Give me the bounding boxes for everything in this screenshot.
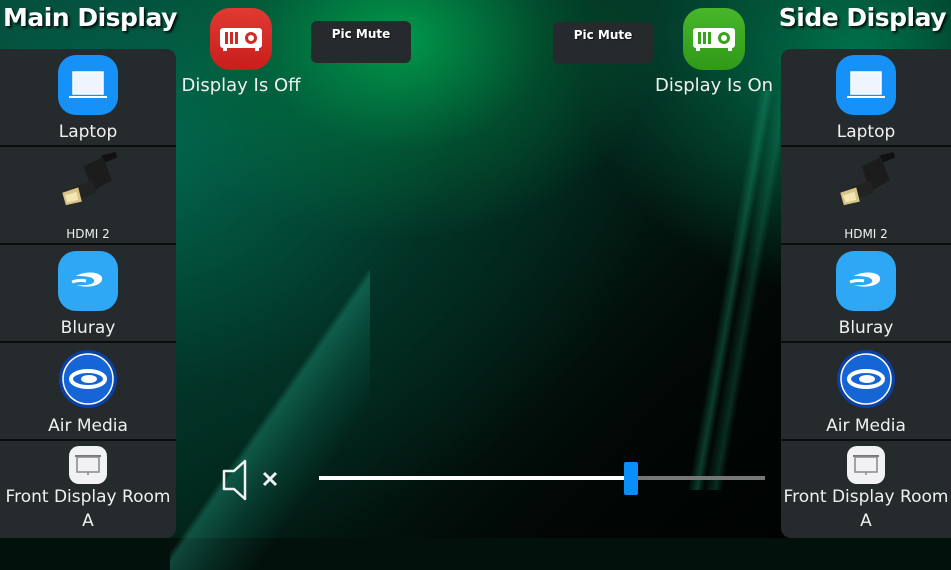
source-label: Front Display Room A [5, 487, 171, 531]
bluray-icon [58, 251, 118, 311]
side-source-bluray[interactable]: Bluray [781, 245, 951, 343]
source-label: HDMI 2 [844, 227, 888, 241]
volume-slider-track [631, 476, 765, 480]
side-display-source-list: Laptop HDMI 2 Bluray Air Media Front Dis… [781, 49, 951, 538]
main-display-title: Main Display [3, 3, 177, 32]
source-label: Air Media [826, 416, 906, 436]
laptop-icon [836, 55, 896, 115]
main-display-source-list: Laptop HDMI 2 Bluray Air Media Front Dis… [0, 49, 176, 538]
background-light-streak [170, 270, 370, 570]
main-source-laptop[interactable]: Laptop [0, 49, 176, 147]
laptop-icon [58, 55, 118, 115]
audio-mute-button[interactable] [218, 455, 286, 505]
side-source-hdmi-2[interactable]: HDMI 2 [781, 147, 951, 245]
source-label: Bluray [838, 318, 894, 338]
volume-slider-fill [319, 476, 631, 480]
main-source-hdmi-2[interactable]: HDMI 2 [0, 147, 176, 245]
hdmi-icon [57, 152, 119, 214]
projection-screen-icon [69, 446, 107, 484]
projection-screen-icon [847, 446, 885, 484]
source-label: Front Display Room A [783, 487, 949, 531]
side-source-air-media[interactable]: Air Media [781, 343, 951, 441]
volume-slider-thumb[interactable] [624, 462, 638, 495]
display-status-label: Display Is Off [181, 75, 301, 96]
side-source-front-display-room-a[interactable]: Front Display Room A [781, 441, 951, 538]
main-display-pic-mute-button[interactable]: Pic Mute [311, 21, 411, 63]
projector-icon [683, 8, 745, 70]
source-label: Laptop [58, 122, 118, 142]
bluray-icon [836, 251, 896, 311]
background-light-streak [620, 90, 780, 490]
source-label: Bluray [60, 318, 116, 338]
side-display-pic-mute-button[interactable]: Pic Mute [553, 22, 653, 64]
main-source-front-display-room-a[interactable]: Front Display Room A [0, 441, 176, 538]
side-display-title: Side Display [778, 3, 947, 32]
side-display-power-button[interactable]: Display Is On [654, 8, 774, 96]
main-source-bluray[interactable]: Bluray [0, 245, 176, 343]
main-source-air-media[interactable]: Air Media [0, 343, 176, 441]
air-media-icon [57, 348, 119, 410]
source-label: Laptop [836, 122, 896, 142]
source-label: HDMI 2 [66, 227, 110, 241]
display-status-label: Display Is On [654, 75, 774, 96]
projector-icon [210, 8, 272, 70]
speaker-muted-icon [222, 459, 278, 501]
source-label: Air Media [48, 416, 128, 436]
air-media-icon [835, 348, 897, 410]
side-source-laptop[interactable]: Laptop [781, 49, 951, 147]
volume-slider[interactable] [319, 462, 765, 496]
main-display-power-button[interactable]: Display Is Off [181, 8, 301, 96]
hdmi-icon [835, 152, 897, 214]
